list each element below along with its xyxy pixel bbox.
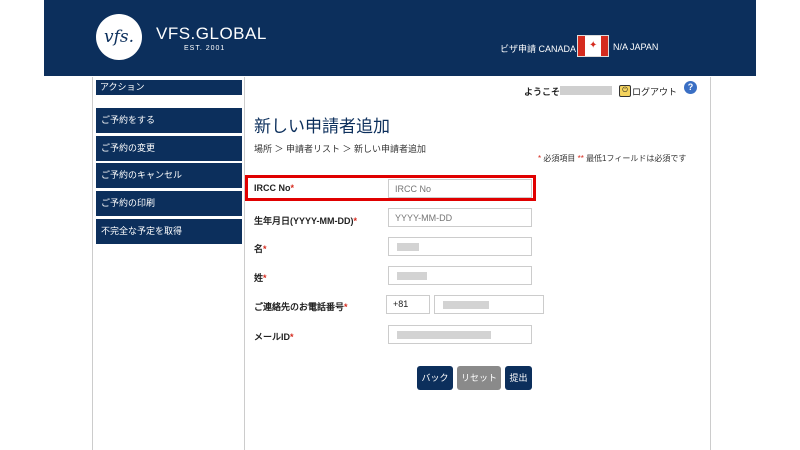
first-name-label: 名* (254, 244, 267, 254)
mission-label: N/A JAPAN (613, 42, 659, 52)
maple-leaf-icon: ✦ (589, 40, 598, 51)
breadcrumb: 場所 ＞ 申請者リスト ＞ 新しい申請者追加 (254, 144, 427, 154)
email-label: メールID* (254, 332, 294, 342)
phone-country-code[interactable]: +81 (386, 295, 430, 314)
sidebar-item-reschedule[interactable]: ご予約の変更 (96, 136, 242, 161)
reset-button[interactable]: リセット (457, 366, 501, 390)
site-header: vfs. VFS.GLOBAL EST. 2001 (44, 0, 756, 76)
sidebar-title: アクション (96, 80, 242, 95)
help-icon[interactable]: ? (684, 81, 697, 94)
visa-country-label: ビザ申請 CANADA (500, 44, 577, 54)
sidebar-item-print[interactable]: ご予約の印刷 (96, 191, 242, 216)
required-text: 必須項目 (543, 154, 576, 163)
required-star: * (538, 154, 542, 163)
phone-number-input[interactable] (434, 295, 544, 314)
sidebar-item-book[interactable]: ご予約をする (96, 108, 242, 133)
power-icon[interactable]: ⏻ (619, 85, 631, 97)
user-name-redacted (560, 86, 612, 95)
last-name-input[interactable] (388, 266, 532, 285)
last-name-label: 姓* (254, 273, 267, 283)
email-input[interactable] (388, 325, 532, 344)
page-title: 新しい申請者追加 (254, 117, 390, 136)
first-name-input[interactable] (388, 237, 532, 256)
required-text-min: 最低1フィールドは必須です (586, 154, 687, 163)
required-note: * 必須項目 ** 最低1フィールドは必須です (538, 153, 686, 164)
vfs-logo-text: VFS.GLOBAL (156, 24, 267, 43)
welcome-text: ようこそ (524, 87, 561, 97)
canada-flag-icon: ✦ (577, 35, 609, 57)
vfs-logo-est: EST. 2001 (184, 45, 226, 52)
phone-label: ご連絡先のお電話番号* (254, 302, 348, 312)
back-button[interactable]: バック (417, 366, 453, 390)
vfs-logo[interactable]: vfs. (96, 14, 142, 60)
submit-button[interactable]: 提出 (505, 366, 532, 390)
ircc-highlight-box (245, 175, 536, 201)
dob-label: 生年月日(YYYY-MM-DD)* (254, 216, 358, 226)
sidebar-item-cancel[interactable]: ご予約のキャンセル (96, 163, 242, 188)
logout-link[interactable]: ログアウト (632, 85, 677, 98)
sidebar-item-incomplete[interactable]: 不完全な予定を取得 (96, 219, 242, 244)
dob-input[interactable] (388, 208, 532, 227)
required-star-double: ** (577, 154, 584, 163)
